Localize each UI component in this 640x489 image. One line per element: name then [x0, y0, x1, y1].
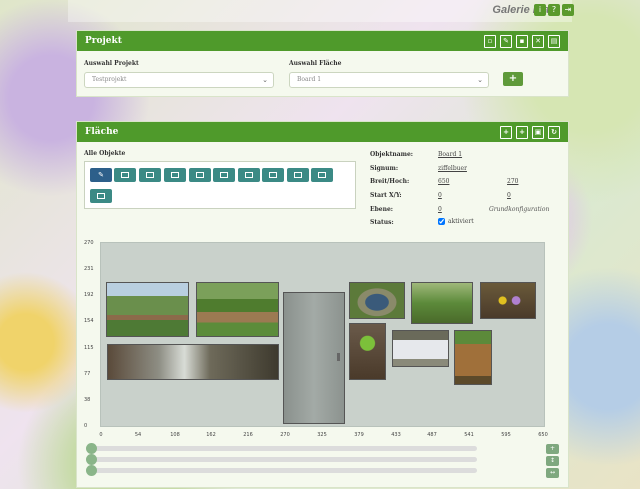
x-tick: 162 [206, 432, 216, 438]
x-tick: 650 [538, 432, 548, 438]
board-canvas[interactable] [100, 242, 545, 427]
objektname-label: Objektname: [370, 151, 413, 158]
x-tick: 379 [354, 432, 364, 438]
flaeche-select[interactable]: Board 1 ⌄ [289, 72, 489, 88]
y-tick: 38 [84, 397, 91, 403]
help-icon[interactable]: ? [548, 4, 560, 16]
garden-photo-2[interactable] [196, 282, 279, 337]
flaeche-select-value: Board 1 [297, 76, 322, 83]
delete-icon[interactable]: ✕ [532, 35, 544, 48]
flaeche-title: Fläche [85, 127, 119, 137]
slider-2[interactable] [86, 454, 477, 465]
door-handle [337, 353, 340, 361]
x-tick: 0 [99, 432, 103, 438]
wrench-icon[interactable]: ✎ [90, 168, 112, 182]
x-tick: 541 [464, 432, 474, 438]
film-icon[interactable]: ▤ [548, 35, 560, 48]
projekt-title: Projekt [85, 36, 122, 46]
crocus-photo[interactable] [480, 282, 536, 319]
flaeche-header: Fläche + + ▣ ↻ [77, 122, 568, 142]
y-tick: 270 [84, 240, 94, 246]
add-icon[interactable]: + [516, 126, 528, 139]
header-icons: i ? ⇥ [534, 4, 574, 16]
edit-icon[interactable]: ✎ [500, 35, 512, 48]
image-object-button[interactable] [311, 168, 333, 182]
image-object-button[interactable] [287, 168, 309, 182]
image-object-button[interactable] [114, 168, 136, 182]
info-icon[interactable]: i [534, 4, 546, 16]
zoom-in-button[interactable]: + [546, 444, 559, 454]
garden-photo-3[interactable] [411, 282, 473, 324]
grundkonfiguration-label: Grundkonfiguration [489, 206, 550, 213]
garden-photo-1[interactable] [106, 282, 189, 337]
fit-width-button[interactable]: ↔ [546, 468, 559, 478]
pond-photo[interactable] [349, 282, 405, 319]
ebene-value[interactable]: 0 [438, 206, 442, 213]
slider-knob[interactable] [86, 465, 97, 476]
ebene-label: Ebene: [370, 206, 393, 213]
save-icon[interactable]: ▪ [516, 35, 528, 48]
image-object-button[interactable] [262, 168, 284, 182]
x-tick: 595 [501, 432, 511, 438]
x-tick: 108 [170, 432, 180, 438]
projekt-select[interactable]: Testprojekt ⌄ [84, 72, 274, 88]
start-label: Start X/Y: [370, 192, 402, 199]
slider-knob[interactable] [86, 443, 97, 454]
chevron-down-icon: ⌄ [477, 76, 483, 84]
y-tick: 154 [84, 318, 94, 324]
slider-1[interactable] [86, 443, 477, 454]
add-flaeche-button[interactable]: + [503, 72, 523, 86]
breit-hoch-label: Breit/Hoch: [370, 178, 410, 185]
refresh-icon[interactable]: ↻ [548, 126, 560, 139]
door-photo[interactable] [283, 292, 345, 424]
status-label: Status: [370, 219, 394, 226]
status-checkbox[interactable]: aktiviert [438, 218, 474, 225]
signum-label: Signum: [370, 165, 399, 172]
x-tick: 487 [427, 432, 437, 438]
waterfall-photo[interactable] [107, 344, 279, 380]
slider-3[interactable] [86, 465, 477, 476]
x-tick: 54 [134, 432, 142, 438]
logout-icon[interactable]: ⇥ [562, 4, 574, 16]
image-object-button[interactable] [90, 189, 112, 203]
y-tick: 77 [84, 371, 91, 377]
chevron-down-icon: ⌄ [262, 76, 268, 84]
plus-square-icon[interactable]: + [500, 126, 512, 139]
auswahl-flaeche-label: Auswahl Fläche [289, 60, 342, 67]
signum-value[interactable]: ziffelbuer [438, 165, 467, 172]
image-object-button[interactable] [213, 168, 235, 182]
slider-knob[interactable] [86, 454, 97, 465]
new-file-icon[interactable]: ▫ [484, 35, 496, 48]
x-tick: 270 [280, 432, 290, 438]
x-tick: 325 [317, 432, 327, 438]
projekt-select-value: Testprojekt [92, 76, 127, 83]
projekt-header: Projekt ▫ ✎ ▪ ✕ ▤ [77, 31, 568, 51]
plant-photo[interactable] [349, 323, 386, 380]
fit-height-button[interactable]: ↕ [546, 456, 559, 466]
x-tick: 216 [243, 432, 253, 438]
image-object-button[interactable] [164, 168, 186, 182]
y-tick: 0 [84, 423, 88, 429]
wood-box-photo[interactable] [454, 330, 492, 385]
objects-box: ✎ [84, 161, 356, 209]
snow-photo[interactable] [392, 330, 449, 367]
image-object-button[interactable] [189, 168, 211, 182]
start-y-value[interactable]: 0 [507, 192, 511, 199]
image-icon[interactable]: ▣ [532, 126, 544, 139]
y-tick: 115 [84, 345, 94, 351]
start-x-value[interactable]: 0 [438, 192, 442, 199]
status-value: aktiviert [448, 218, 474, 225]
auswahl-projekt-label: Auswahl Projekt [84, 60, 139, 67]
objektname-value[interactable]: Board 1 [438, 151, 462, 158]
hoch-value[interactable]: 270 [507, 178, 518, 185]
x-tick: 433 [391, 432, 401, 438]
image-object-button[interactable] [139, 168, 161, 182]
y-tick: 192 [84, 292, 94, 298]
status-check[interactable] [438, 218, 445, 225]
image-object-button[interactable] [238, 168, 260, 182]
breit-value[interactable]: 650 [438, 178, 449, 185]
alle-objekte-label: Alle Objekte [84, 150, 126, 157]
y-tick: 231 [84, 266, 94, 272]
